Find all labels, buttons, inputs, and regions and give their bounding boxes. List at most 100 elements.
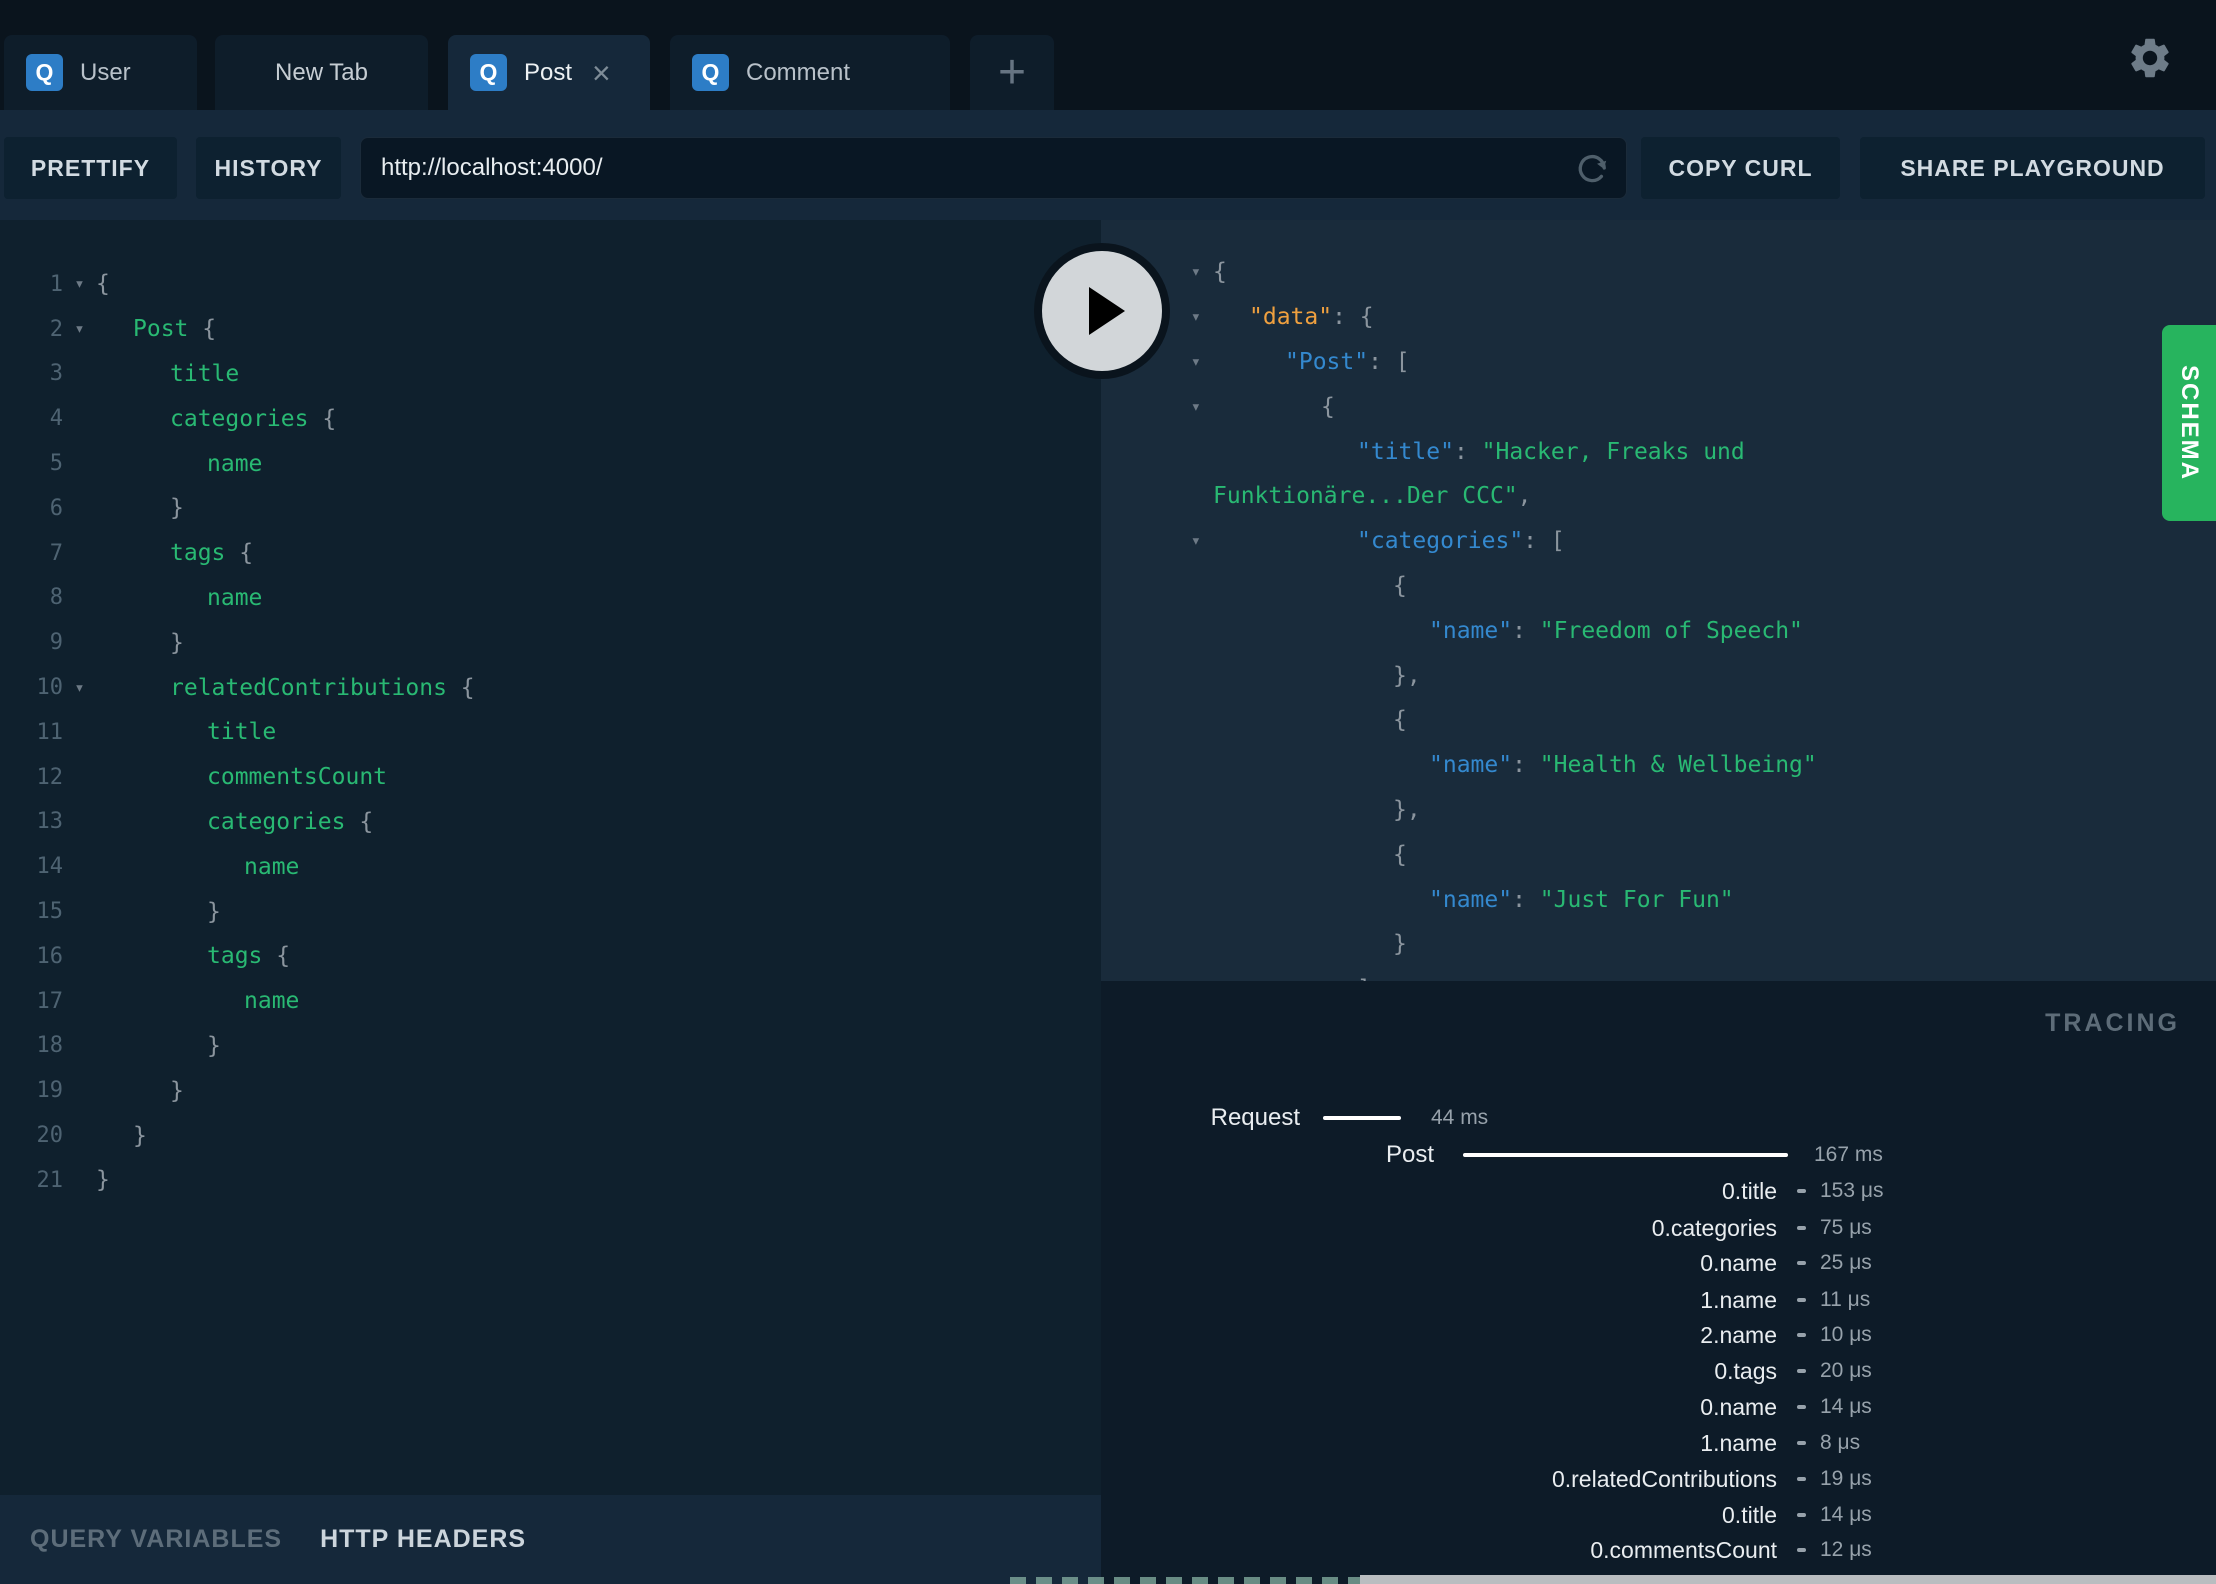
line-number: 9: [49, 630, 63, 656]
editor-footer: QUERY VARIABLES HTTP HEADERS: [0, 1495, 1101, 1584]
tracing-row: 1.name 11 μs: [1101, 1282, 2216, 1318]
query-line: 17 name: [0, 979, 1101, 1024]
query-punct: }: [133, 1122, 147, 1149]
fold-arrow-icon[interactable]: ▾: [63, 678, 96, 698]
settings-gear-icon[interactable]: [2126, 34, 2174, 82]
response-line: "title": "Hacker, Freaks und: [1357, 438, 1745, 465]
query-line: 15}: [0, 889, 1101, 934]
query-punct: }: [96, 1167, 110, 1194]
reload-icon[interactable]: [1575, 150, 1611, 186]
tracing-row-value: 25 μs: [1820, 1251, 1872, 1274]
response-line: "name": "Health & Wellbeing": [1429, 752, 1817, 779]
response-line: ▾{: [1101, 250, 2216, 295]
response-line: ▾{: [1101, 384, 2216, 429]
response-line: {: [1393, 707, 1407, 734]
query-line: 19}: [0, 1068, 1101, 1113]
query-punct: }: [207, 1032, 221, 1059]
copy-curl-button[interactable]: COPY CURL: [1641, 137, 1840, 199]
query-variables-tab[interactable]: QUERY VARIABLES: [30, 1525, 282, 1554]
query-field: relatedContributions: [170, 674, 447, 701]
schema-tab[interactable]: SCHEMA: [2162, 325, 2216, 521]
response-json: ▾{ ▾ "data": { ▾ "Post": [ ▾{ "title": "Ha…: [1101, 250, 2216, 981]
query-field: categories: [170, 405, 309, 432]
tracing-row-label: 0.title: [1722, 1178, 1777, 1204]
tab-bar: Q User New Tab Q Post × Q Comment +: [0, 0, 2216, 110]
line-number: 10: [36, 675, 64, 701]
tab-user[interactable]: Q User: [4, 35, 197, 110]
tracing-row-label: 1.name: [1700, 1287, 1777, 1313]
plus-icon: +: [997, 46, 1027, 99]
line-number: 2: [49, 316, 63, 342]
query-field: tags: [170, 540, 226, 567]
fold-arrow-icon[interactable]: ▾: [63, 319, 96, 339]
query-line: 6}: [0, 486, 1101, 531]
query-line: 13 categories {: [0, 800, 1101, 845]
tracing-row-label: 0.commentsCount: [1590, 1537, 1777, 1563]
history-button[interactable]: HISTORY: [196, 137, 341, 199]
query-code: 1 ▾{ 2 ▾ Post { 3 title 4 categories { 5 name …: [0, 262, 1101, 1203]
line-number: 19: [36, 1078, 64, 1104]
tracing-panel[interactable]: TRACING Request 44 ms Post 167 ms 0.titl…: [1101, 981, 2216, 1584]
tracing-row-value: 12 μs: [1820, 1538, 1872, 1561]
tab-post[interactable]: Q Post ×: [448, 35, 650, 110]
query-field: Post: [133, 316, 189, 343]
tracing-dash: [1797, 1513, 1806, 1517]
prettify-button[interactable]: PRETTIFY: [4, 137, 177, 199]
horizontal-scrollbar[interactable]: [1360, 1575, 2216, 1584]
play-icon: [1089, 287, 1125, 335]
tracing-row-label: 0.title: [1722, 1502, 1777, 1528]
line-number: 4: [49, 406, 63, 432]
tracing-row-value: 14 μs: [1820, 1395, 1872, 1418]
line-number: 16: [36, 943, 64, 969]
tracing-row-label: 0.categories: [1651, 1215, 1777, 1241]
endpoint-url-input[interactable]: [360, 137, 1627, 199]
query-punct: }: [170, 495, 184, 522]
fold-arrow-icon[interactable]: ▾: [1101, 531, 1213, 551]
tracing-dash: [1797, 1298, 1806, 1302]
close-icon[interactable]: ×: [592, 57, 611, 89]
line-number: 20: [36, 1123, 64, 1149]
tracing-row-value: 8 μs: [1820, 1431, 1861, 1454]
response-line: },: [1393, 796, 1421, 823]
query-line: 20}: [0, 1113, 1101, 1158]
tracing-dash: [1797, 1261, 1806, 1265]
add-tab-button[interactable]: +: [970, 35, 1054, 110]
tracing-dash: [1797, 1548, 1806, 1552]
share-playground-button[interactable]: SHARE PLAYGROUND: [1860, 137, 2205, 199]
tab-label: New Tab: [275, 58, 368, 86]
tab-new-tab[interactable]: New Tab: [215, 35, 428, 110]
query-line: 14 name: [0, 844, 1101, 889]
query-punct: }: [170, 629, 184, 656]
line-number: 6: [49, 495, 63, 521]
execute-query-button[interactable]: [1042, 251, 1162, 371]
schema-tab-label: SCHEMA: [2176, 364, 2203, 481]
response-line: ]: [1101, 967, 2216, 981]
fold-arrow-icon[interactable]: ▾: [1101, 397, 1213, 417]
tracing-row-value: 44 ms: [1431, 1106, 1489, 1129]
tab-comment[interactable]: Q Comment: [670, 35, 950, 110]
http-headers-tab[interactable]: HTTP HEADERS: [320, 1525, 526, 1554]
response-viewer[interactable]: ▾{ ▾ "data": { ▾ "Post": [ ▾{ "title": "Ha…: [1101, 220, 2216, 981]
tracing-row-value: 20 μs: [1820, 1359, 1872, 1382]
tracing-row-value: 167 ms: [1814, 1143, 1883, 1166]
tracing-dash: [1797, 1441, 1806, 1445]
tracing-row-value: 11 μs: [1820, 1288, 1871, 1311]
tracing-dash: [1797, 1405, 1806, 1409]
tracing-row-value: 14 μs: [1820, 1503, 1872, 1526]
query-editor[interactable]: 1 ▾{ 2 ▾ Post { 3 title 4 categories { 5 name …: [0, 220, 1101, 1495]
query-badge-icon: Q: [470, 54, 507, 91]
response-line: ▾ "Post": [: [1101, 340, 2216, 385]
tracing-row: 0.title 153 μs: [1101, 1173, 2216, 1209]
response-line: ▾ "categories": [: [1101, 519, 2216, 564]
tracing-row-label: 0.tags: [1714, 1358, 1777, 1384]
tracing-row-label: 2.name: [1700, 1322, 1777, 1348]
line-number: 14: [36, 854, 64, 880]
query-punct: {: [188, 316, 217, 343]
response-line: "name": "Freedom of Speech": [1429, 617, 1803, 644]
tracing-row-label: 0.name: [1700, 1394, 1777, 1420]
fold-arrow-icon[interactable]: ▾: [63, 274, 96, 294]
tracing-title: TRACING: [2045, 1009, 2180, 1037]
query-line: 9}: [0, 620, 1101, 665]
tracing-row: 0.name 25 μs: [1101, 1245, 2216, 1281]
query-punct: {: [225, 540, 254, 567]
